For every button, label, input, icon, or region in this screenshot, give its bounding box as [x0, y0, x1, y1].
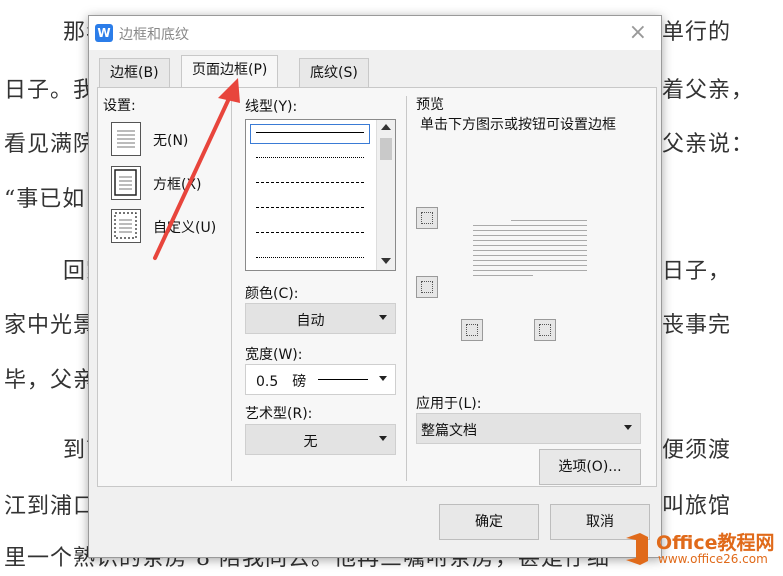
annotation-arrow [153, 78, 240, 260]
logo-brand: Office教程网 [656, 532, 775, 554]
office-logo: Office教程网 www.office26.com [622, 528, 783, 576]
office-logo-icon [626, 533, 648, 565]
logo-url: www.office26.com [658, 552, 768, 566]
